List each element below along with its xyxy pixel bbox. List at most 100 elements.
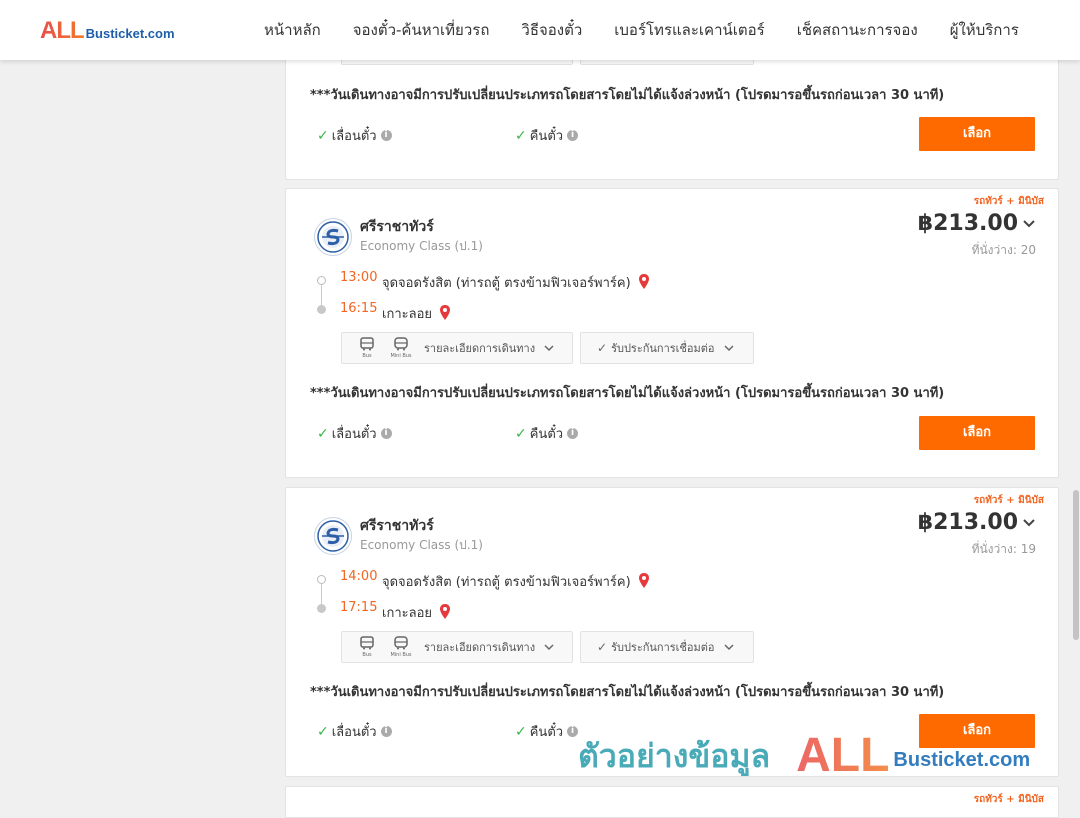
chevron-down-icon[interactable] (1022, 219, 1036, 229)
refund-ticket-feature: ✓ คืนตั๋ว i (515, 125, 579, 146)
arrive-time: 17:15 (340, 600, 378, 615)
change-ticket-feature: ✓ เลื่อนตั๋ว i (317, 125, 392, 146)
trip-card: รถทัวร์ + มินิบัส ศรีราชาทัวร์ Economy C… (285, 188, 1059, 478)
depart-place-text: จุดจอดรังสิต (ท่ารถตู้ ตรงข้ามฟิวเจอร์พา… (382, 276, 631, 291)
details-label: รายละเอียดการเดินทาง (424, 641, 536, 654)
bus-icon: Bus (350, 636, 384, 658)
price: ฿213.00 (917, 510, 1018, 535)
page-scrollbar[interactable] (1072, 60, 1080, 800)
check-icon: ✓ (317, 425, 329, 442)
info-icon[interactable]: i (567, 130, 579, 141)
arrive-place-text: เกาะลอย (382, 307, 432, 322)
depart-dot (317, 575, 326, 584)
operator-logo-icon (314, 517, 352, 555)
logo-busticket-text: Busticket.com (85, 26, 175, 41)
info-icon[interactable]: i (567, 428, 579, 439)
nav-contact[interactable]: เบอร์โทรและเคาน์เตอร์ (598, 18, 780, 42)
main-nav: หน้าหลัก จองตั๋ว-ค้นหาเที่ยวรถ วิธีจองตั… (248, 0, 1035, 60)
price: ฿213.00 (917, 211, 1018, 236)
bus-icon-label: Bus (362, 353, 372, 359)
logo-all-text: ALL (40, 17, 85, 44)
check-icon: ✓ (515, 425, 527, 442)
arrive-place: เกาะลอย (382, 600, 451, 623)
details-toggle[interactable]: Bus Mini Bus รายละเอียดการเดินทาง (341, 332, 573, 364)
map-pin-icon[interactable] (638, 572, 650, 589)
change-ticket-label: เลื่อนตั๋ว (331, 129, 377, 144)
site-logo[interactable]: ALL Busticket.com (40, 17, 175, 43)
chevron-down-icon (544, 644, 554, 651)
depart-dot (317, 276, 326, 285)
depart-place: จุดจอดรังสิต (ท่ารถตู้ ตรงข้ามฟิวเจอร์พา… (382, 270, 650, 293)
refund-ticket-feature: ✓ คืนตั๋ว i (515, 721, 579, 742)
operator-name: ศรีราชาทัวร์ (360, 518, 434, 534)
select-button[interactable]: เลือก (919, 117, 1035, 151)
seats-available: ที่นั่งว่าง: 19 (971, 542, 1036, 556)
details-toggle[interactable]: Bus Mini Bus รายละเอียดการเดินทาง (341, 631, 573, 663)
scrollbar-thumb[interactable] (1073, 490, 1079, 640)
depart-time: 13:00 (340, 270, 378, 285)
refund-ticket-label: คืนตั๋ว (529, 129, 564, 144)
check-icon: ✓ (597, 341, 608, 355)
check-icon: ✓ (515, 723, 527, 740)
watermark: ตัวอย่างข้อมูล ALL Busticket.com (578, 728, 1031, 782)
chevron-down-icon (723, 644, 734, 651)
minibus-icon: Mini Bus (384, 636, 418, 658)
route-line (321, 285, 322, 305)
info-icon[interactable]: i (380, 130, 392, 141)
info-icon[interactable]: i (567, 726, 579, 737)
check-icon: ✓ (597, 640, 608, 654)
map-pin-icon[interactable] (439, 304, 451, 321)
trip-notice: ***วันเดินทางอาจมีการปรับเปลี่ยนประเภทรถ… (310, 88, 945, 103)
vehicle-type-tag: รถทัวร์ + มินิบัส (973, 196, 1044, 207)
vehicle-type-tag: รถทัวร์ + มินิบัส (973, 495, 1044, 506)
depart-place-text: จุดจอดรังสิต (ท่ารถตู้ ตรงข้ามฟิวเจอร์พา… (382, 575, 631, 590)
info-icon[interactable]: i (380, 428, 392, 439)
arrive-dot (317, 305, 326, 314)
change-ticket-feature: ✓ เลื่อนตั๋ว i (317, 423, 392, 444)
minibus-icon-label: Mini Bus (390, 652, 412, 658)
nav-check-status[interactable]: เช็คสถานะการจอง (781, 18, 934, 42)
select-button[interactable]: เลือก (919, 416, 1035, 450)
trip-notice: ***วันเดินทางอาจมีการปรับเปลี่ยนประเภทรถ… (310, 386, 945, 401)
nav-operators[interactable]: ผู้ให้บริการ (934, 18, 1035, 42)
arrive-dot (317, 604, 326, 613)
check-icon: ✓ (317, 723, 329, 740)
chevron-down-icon (544, 345, 554, 352)
minibus-icon-label: Mini Bus (390, 353, 412, 359)
info-icon[interactable]: i (380, 726, 392, 737)
operator-logo-icon (314, 218, 352, 256)
seats-available: ที่นั่งว่าง: 20 (971, 243, 1036, 257)
insurance-toggle[interactable]: ✓ รับประกันการเชื่อมต่อ (580, 631, 754, 663)
nav-how-to-book[interactable]: วิธีจองตั๋ว (505, 18, 598, 42)
arrive-time: 16:15 (340, 301, 378, 316)
nav-home[interactable]: หน้าหลัก (248, 18, 337, 42)
insurance-label: รับประกันการเชื่อมต่อ (611, 342, 715, 355)
change-ticket-feature: ✓ เลื่อนตั๋ว i (317, 721, 392, 742)
change-ticket-label: เลื่อนตั๋ว (331, 725, 377, 740)
depart-time: 14:00 (340, 569, 378, 584)
minibus-icon: Mini Bus (384, 337, 418, 359)
watermark-all-logo: ALL (796, 729, 890, 782)
bus-icon-label: Bus (362, 652, 372, 658)
insurance-label: รับประกันการเชื่อมต่อ (611, 641, 715, 654)
insurance-toggle[interactable]: ✓ รับประกันการเชื่อมต่อ (580, 332, 754, 364)
top-navbar: ALL Busticket.com หน้าหลัก จองตั๋ว-ค้นหา… (0, 0, 1080, 60)
chevron-down-icon[interactable] (1022, 518, 1036, 528)
bus-class: Economy Class (ป.1) (360, 538, 483, 552)
arrive-place: เกาะลอย (382, 301, 451, 324)
chevron-down-icon (723, 345, 734, 352)
details-label: รายละเอียดการเดินทาง (424, 342, 536, 355)
change-ticket-label: เลื่อนตั๋ว (331, 427, 377, 442)
trip-card-next: รถทัวร์ + มินิบัส (285, 786, 1059, 818)
route-line (321, 584, 322, 604)
watermark-busticket-logo: Busticket.com (893, 749, 1031, 771)
map-pin-icon[interactable] (439, 603, 451, 620)
refund-ticket-feature: ✓ คืนตั๋ว i (515, 423, 579, 444)
depart-place: จุดจอดรังสิต (ท่ารถตู้ ตรงข้ามฟิวเจอร์พา… (382, 569, 650, 592)
map-pin-icon[interactable] (638, 273, 650, 290)
operator-name: ศรีราชาทัวร์ (360, 219, 434, 235)
arrive-place-text: เกาะลอย (382, 606, 432, 621)
check-icon: ✓ (317, 127, 329, 144)
refund-ticket-label: คืนตั๋ว (529, 427, 564, 442)
nav-book-search[interactable]: จองตั๋ว-ค้นหาเที่ยวรถ (337, 18, 506, 42)
